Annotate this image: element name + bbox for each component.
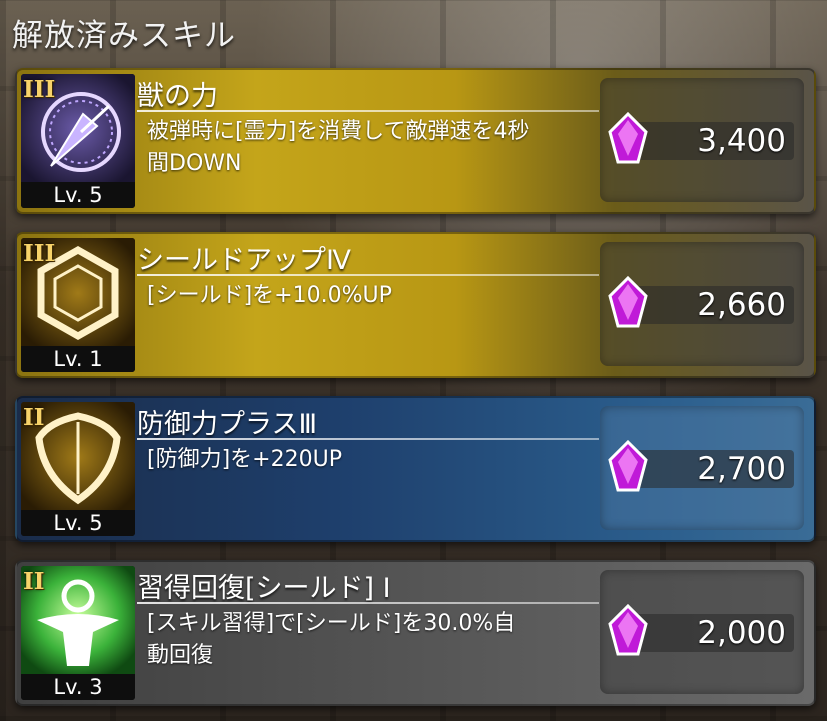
skill-icon-box: III Lv. 5 <box>21 74 135 208</box>
cost-panel[interactable]: 3,400 <box>600 78 804 202</box>
skill-card-3[interactable]: II Lv. 5 防御力プラスⅢ [防御力]を+220UP 2,700 <box>15 396 816 542</box>
divider <box>137 438 599 440</box>
rank-badge: III <box>23 240 56 267</box>
desc-line: [スキル習得]で[シールド]を30.0%自 <box>147 611 516 636</box>
divider <box>137 274 599 276</box>
divider <box>137 602 599 604</box>
skill-description: [防御力]を+220UP <box>147 444 607 476</box>
page-title: 解放済みスキル <box>12 18 236 54</box>
cost-value: 3,400 <box>697 123 786 159</box>
skill-card-1[interactable]: III Lv. 5 獣の力 被弾時に[霊力]を消費して敵弾速を4秒 間DOWN … <box>15 68 816 214</box>
desc-line: [防御力]を+220UP <box>147 447 342 472</box>
desc-line: 被弾時に[霊力]を消費して敵弾速を4秒 <box>147 119 530 144</box>
gem-icon <box>608 112 648 164</box>
skill-description: 被弾時に[霊力]を消費して敵弾速を4秒 間DOWN <box>147 116 607 180</box>
skill-name: 防御力プラスⅢ <box>137 409 318 440</box>
divider <box>137 110 599 112</box>
gem-icon <box>608 604 648 656</box>
level-label: Lv. 5 <box>21 182 135 208</box>
skill-description: [シールド]を+10.0%UP <box>147 280 607 312</box>
cost-panel[interactable]: 2,660 <box>600 242 804 366</box>
skill-icon-box: III Lv. 1 <box>21 238 135 372</box>
cost-value: 2,660 <box>697 287 786 323</box>
cost-panel[interactable]: 2,000 <box>600 570 804 694</box>
rank-badge: III <box>23 76 56 103</box>
desc-line: [シールド]を+10.0%UP <box>147 283 392 308</box>
skill-icon-box: II Lv. 3 <box>21 566 135 700</box>
skill-icon-box: II Lv. 5 <box>21 402 135 536</box>
gem-icon <box>608 440 648 492</box>
skill-card-4[interactable]: II Lv. 3 習得回復[シールド] Ⅰ [スキル習得]で[シールド]を30.… <box>15 560 816 706</box>
skill-description: [スキル習得]で[シールド]を30.0%自 動回復 <box>147 608 607 672</box>
skill-name: 習得回復[シールド] Ⅰ <box>137 573 391 604</box>
skill-card-2[interactable]: III Lv. 1 シールドアップⅣ [シールド]を+10.0%UP 2,660 <box>15 232 816 378</box>
rank-badge: II <box>23 568 45 595</box>
cost-value: 2,000 <box>697 615 786 651</box>
level-label: Lv. 5 <box>21 510 135 536</box>
cost-value: 2,700 <box>697 451 786 487</box>
desc-line: 動回復 <box>147 643 214 668</box>
skill-name: シールドアップⅣ <box>137 245 351 276</box>
level-label: Lv. 3 <box>21 674 135 700</box>
desc-line: 間DOWN <box>147 151 242 176</box>
level-label: Lv. 1 <box>21 346 135 372</box>
gem-icon <box>608 276 648 328</box>
cost-panel[interactable]: 2,700 <box>600 406 804 530</box>
rank-badge: II <box>23 404 45 431</box>
skill-name: 獣の力 <box>137 81 218 112</box>
